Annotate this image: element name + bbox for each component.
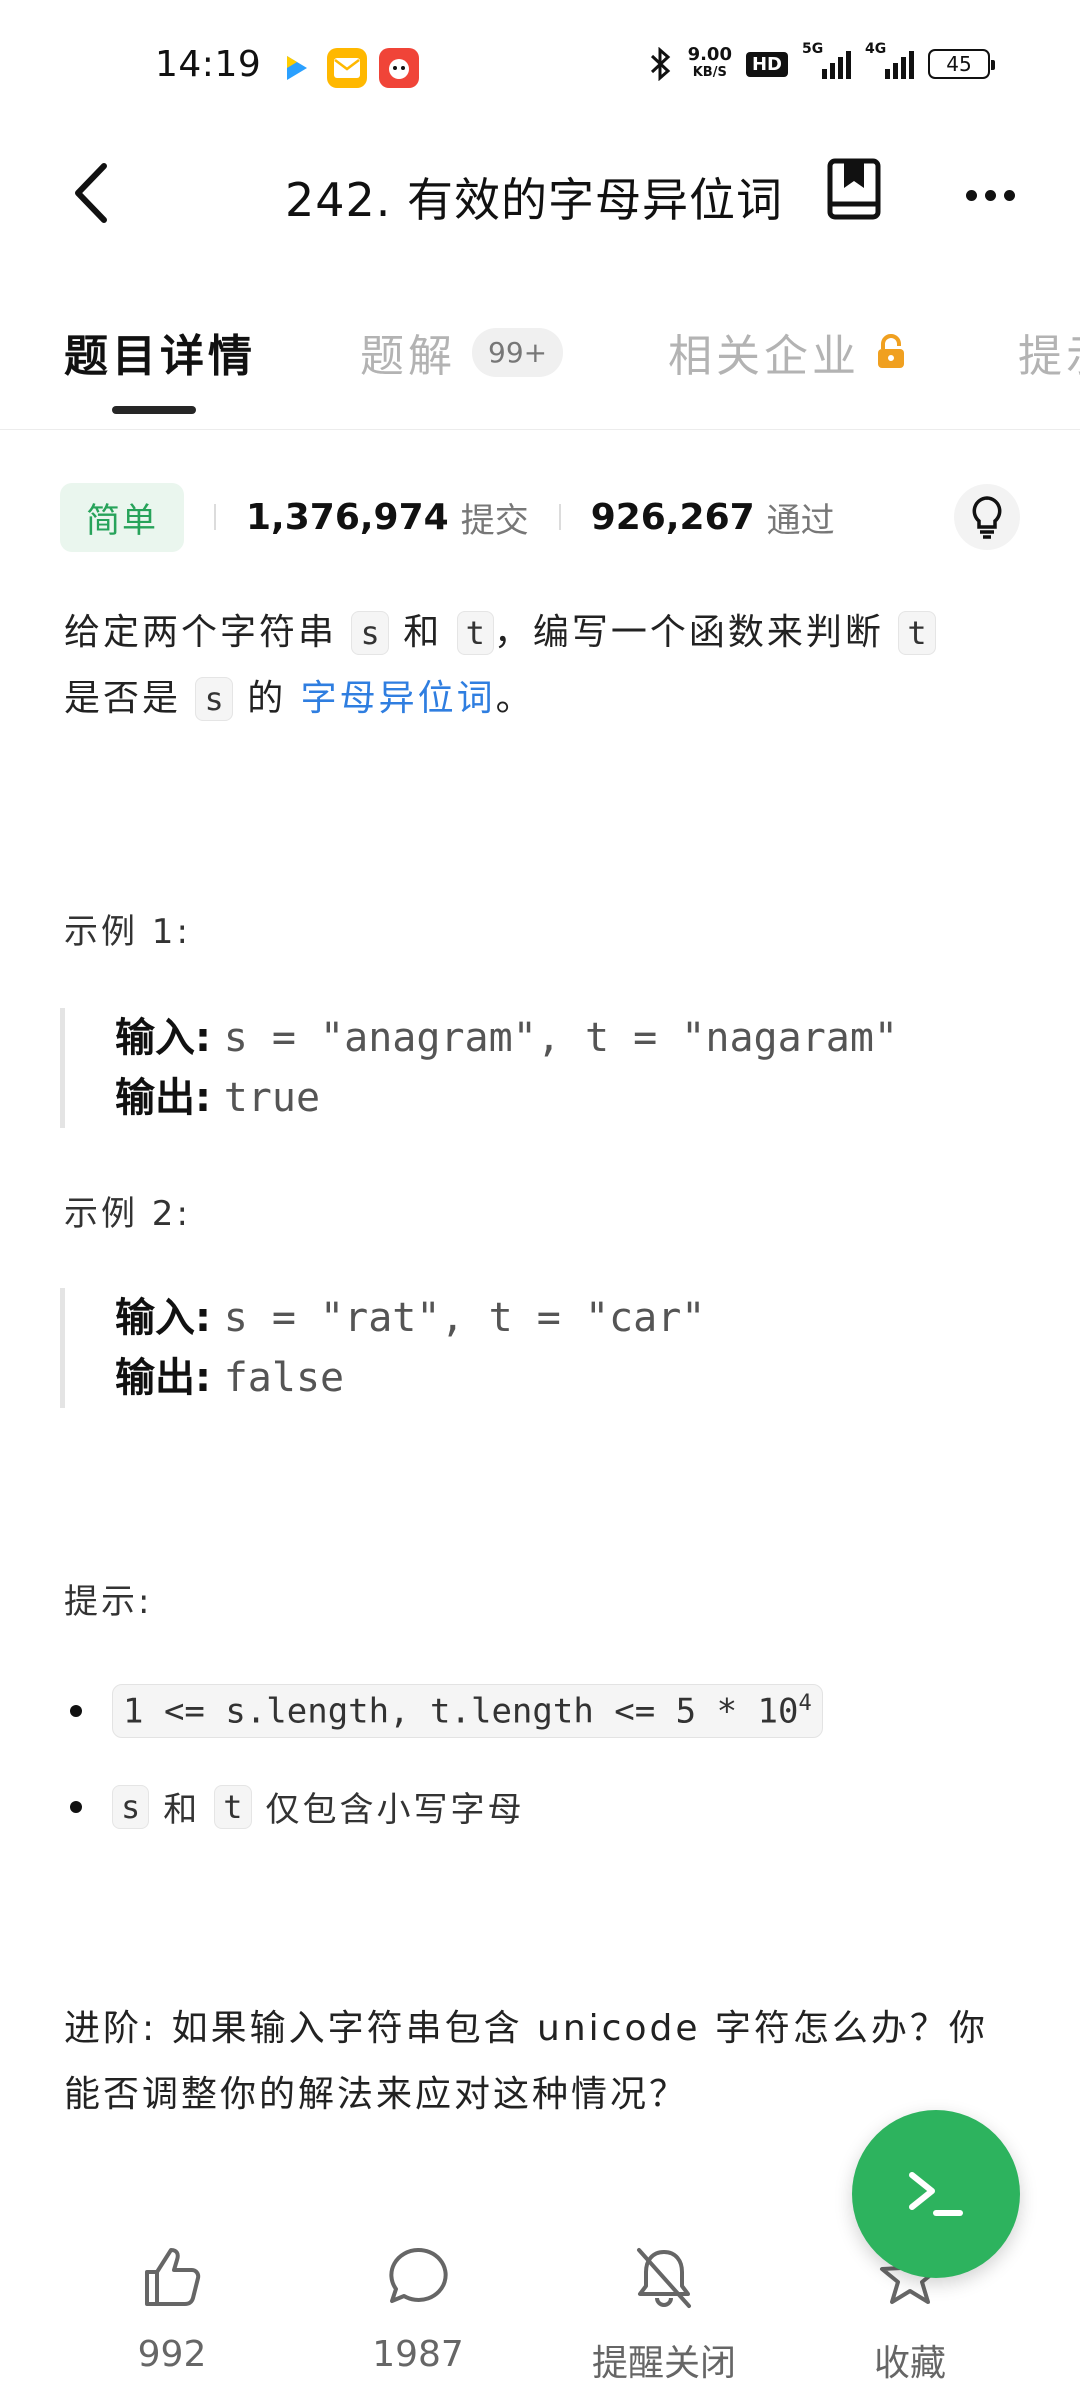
signal-4g-icon: 4G xyxy=(865,41,914,79)
input-label: 输入: xyxy=(115,1015,211,1061)
tab-active-indicator xyxy=(112,406,196,414)
submissions-count: 1,376,974 xyxy=(246,496,449,538)
dot-icon xyxy=(984,189,996,201)
example-input: s = "anagram", t = "nagaram" xyxy=(223,1015,899,1061)
example-2-title: 示例 2: xyxy=(64,1194,191,1234)
status-indicators: 9.00 KB/S HD 5G 4G 45 xyxy=(648,41,995,82)
problem-detail-screen: 14:19 9.00 KB/S HD 5G 4G 45 242. 有效的字母异位… xyxy=(0,0,1080,2400)
tab-problem-detail[interactable]: 题目详情 xyxy=(64,320,256,384)
submissions-label: 提交 xyxy=(460,500,529,541)
like-count: 992 xyxy=(137,2334,207,2375)
example-output: false xyxy=(223,1355,345,1401)
battery-icon: 45 xyxy=(928,49,995,79)
thumbs-up-icon xyxy=(145,2248,201,2306)
status-time: 14:19 xyxy=(155,44,262,85)
tab-bar: 题目详情 题解 99+ 相关企业 提示 xyxy=(0,300,1080,430)
hint-lightbulb-button[interactable] xyxy=(954,484,1020,550)
video-app-icon xyxy=(275,48,315,88)
accepted-label: 通过 xyxy=(766,500,835,541)
net-speed: 9.00 KB/S xyxy=(687,44,732,81)
mascot-app-icon xyxy=(379,48,419,88)
example-1-title: 示例 1: xyxy=(64,912,191,952)
tab-solutions[interactable]: 题解 99+ xyxy=(360,320,564,384)
divider xyxy=(558,504,561,530)
top-app-bar: 242. 有效的字母异位词 xyxy=(0,140,1080,250)
bullet-icon xyxy=(70,1705,82,1718)
terminal-prompt-icon xyxy=(909,2172,963,2216)
output-label: 输出: xyxy=(115,1075,211,1121)
book-icon xyxy=(827,158,881,220)
code-s: s xyxy=(112,1784,150,1829)
input-label: 输入: xyxy=(115,1295,211,1341)
bell-off-icon xyxy=(637,2248,691,2308)
dot-icon xyxy=(965,189,977,201)
example-output: true xyxy=(223,1075,321,1121)
example-1-block: 输入: s = "anagram", t = "nagaram" 输出: tru… xyxy=(60,1008,1000,1128)
constraint-code: 1 <= s.length, t.length <= 5 * 104 xyxy=(112,1684,823,1739)
comment-count: 1987 xyxy=(372,2334,464,2375)
status-bar: 14:19 9.00 KB/S HD 5G 4G 45 xyxy=(0,0,1080,138)
difficulty-badge: 简单 xyxy=(60,482,184,552)
problem-description: 给定两个字符串 s 和 t ，编写一个函数来判断 t 是否是 s 的 字母异位词。 xyxy=(64,600,1024,732)
accepted-count: 926,267 xyxy=(590,496,755,538)
code-t: t xyxy=(456,611,494,655)
code-t: t xyxy=(214,1784,252,1829)
code-s: s xyxy=(351,611,389,655)
dot-icon xyxy=(1003,189,1015,201)
lock-icon xyxy=(878,334,904,368)
hd-badge: HD xyxy=(745,51,788,77)
solutions-count-badge: 99+ xyxy=(472,327,564,377)
notification-toggle-button[interactable]: 提醒关闭 xyxy=(574,2238,754,2386)
like-button[interactable]: 992 xyxy=(82,2238,262,2375)
favorite-label: 收藏 xyxy=(873,2343,946,2384)
follow-up-text: 进阶: 如果输入字符串包含 unicode 字符怎么办？你能否调整你的解法来应对… xyxy=(64,2008,988,2115)
constraint-item: 1 <= s.length, t.length <= 5 * 104 xyxy=(70,1684,823,1739)
solution-book-button[interactable] xyxy=(826,158,888,228)
bluetooth-icon xyxy=(650,47,670,81)
mail-app-icon xyxy=(327,48,367,88)
bullet-icon xyxy=(70,1800,82,1813)
page-title: 242. 有效的字母异位词 xyxy=(285,173,784,227)
tab-related-companies[interactable]: 相关企业 xyxy=(668,320,908,384)
code-t: t xyxy=(898,611,936,655)
open-code-editor-button[interactable] xyxy=(852,2110,1020,2278)
anagram-link[interactable]: 字母异位词 xyxy=(301,678,496,719)
signal-5g-icon: 5G xyxy=(802,41,851,79)
constraint-item: s 和 t 仅包含小写字母 xyxy=(70,1782,525,1831)
example-input: s = "rat", t = "car" xyxy=(223,1295,706,1341)
problem-stats: 简单 1,376,974 提交 926,267 通过 xyxy=(60,482,1020,552)
more-options-button[interactable] xyxy=(955,170,1025,220)
back-button[interactable] xyxy=(60,158,120,228)
example-2-block: 输入: s = "rat", t = "car" 输出: false xyxy=(60,1288,1000,1408)
notify-label: 提醒关闭 xyxy=(591,2343,736,2384)
tab-hints[interactable]: 提示 xyxy=(1018,320,1080,384)
output-label: 输出: xyxy=(115,1355,211,1401)
divider xyxy=(214,504,216,530)
description-text: 给定两个字符串 s 和 t ，编写一个函数来判断 t 是否是 s 的 字母异位词。 xyxy=(64,600,1024,732)
chevron-left-icon xyxy=(75,163,107,223)
comment-bubble-icon xyxy=(389,2247,448,2303)
notification-icons xyxy=(275,48,419,88)
comments-button[interactable]: 1987 xyxy=(328,2238,508,2375)
lightbulb-icon xyxy=(972,496,1002,539)
code-s: s xyxy=(195,677,233,721)
constraints-title: 提示: xyxy=(64,1582,153,1622)
